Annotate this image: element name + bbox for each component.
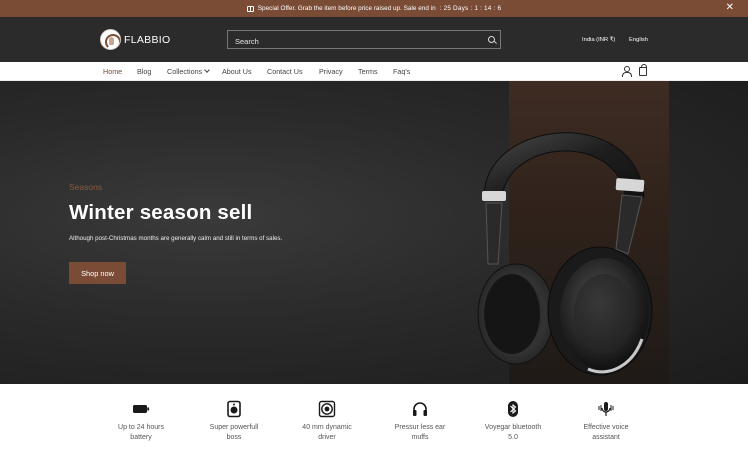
countdown-timer: : 25 Days : 1 : 14 : 6 bbox=[439, 5, 502, 12]
logo-mark-icon bbox=[100, 29, 121, 50]
feature-label-line1: Effective voice bbox=[583, 424, 629, 431]
feature-item: Up to 24 hours battery bbox=[96, 400, 186, 442]
nav-item-blog[interactable]: Blog bbox=[137, 67, 151, 76]
feature-label-line1: 40 mm dynamic bbox=[302, 424, 352, 431]
feature-item: Effective voice assistant bbox=[561, 400, 651, 442]
nav-item-terms[interactable]: Terms bbox=[358, 67, 378, 76]
driver-icon bbox=[318, 400, 336, 418]
announcement-bar: Special Offer. Grab the item before pric… bbox=[0, 0, 748, 17]
feature-label-line2: assistant bbox=[592, 433, 620, 441]
headphones-icon bbox=[413, 402, 427, 416]
feature-label-line2: muffs bbox=[411, 433, 429, 441]
nav-item-contact-us[interactable]: Contact Us bbox=[267, 67, 303, 76]
feature-item: Super powerfull boss bbox=[189, 400, 279, 442]
feature-label-line2: battery bbox=[130, 433, 152, 441]
nav-item-faqs[interactable]: Faq's bbox=[393, 67, 410, 76]
close-icon[interactable]: ✕ bbox=[726, 2, 734, 14]
chevron-down-icon bbox=[204, 67, 210, 73]
battery-icon bbox=[133, 405, 150, 413]
logo-text: FLABBIO bbox=[124, 33, 171, 46]
feature-item: Pressur less ear muffs bbox=[375, 400, 465, 442]
feature-label-line1: Voyegar bluetooth bbox=[484, 424, 542, 431]
feature-item: 40 mm dynamic driver bbox=[282, 400, 372, 442]
hero-kicker: Seasons bbox=[69, 182, 103, 192]
feature-label-line1: Super powerfull bbox=[209, 424, 259, 431]
headphones-product-image bbox=[477, 132, 653, 376]
feature-label-line2: boss bbox=[226, 433, 242, 441]
nav-item-about-us[interactable]: About Us bbox=[222, 67, 252, 76]
announcement-text: Special Offer. Grab the item before pric… bbox=[257, 5, 436, 12]
nav-item-home[interactable]: Home bbox=[103, 67, 122, 76]
bluetooth-icon bbox=[508, 401, 518, 417]
feature-label-line1: Up to 24 hours bbox=[118, 424, 164, 431]
microphone-icon bbox=[598, 402, 614, 416]
hero-description: Although post-Christmas months are gener… bbox=[69, 235, 283, 242]
shop-now-button[interactable]: Shop now bbox=[69, 262, 126, 284]
logo[interactable]: FLABBIO bbox=[100, 29, 170, 50]
feature-label-line2: driver bbox=[318, 433, 336, 441]
feature-item: Voyegar bluetooth 5.0 bbox=[468, 400, 558, 442]
search-icon[interactable] bbox=[488, 36, 495, 43]
search-input[interactable] bbox=[228, 33, 500, 50]
feature-label-line1: Pressur less ear bbox=[394, 424, 446, 431]
site-header: FLABBIO India (INR ₹) English bbox=[0, 17, 748, 62]
nav-item-collections[interactable]: Collections bbox=[167, 67, 210, 76]
currency-selector[interactable]: India (INR ₹) bbox=[582, 37, 615, 43]
account-icon[interactable] bbox=[621, 66, 632, 77]
speaker-icon bbox=[227, 400, 241, 418]
feature-label-line2: 5.0 bbox=[508, 433, 518, 441]
search-box bbox=[227, 30, 501, 50]
main-nav: Home Blog Collections About Us Contact U… bbox=[0, 62, 748, 81]
hero-title: Winter season sell bbox=[69, 201, 253, 224]
language-selector[interactable]: English bbox=[629, 37, 648, 43]
gift-icon bbox=[246, 5, 254, 12]
features-strip: Up to 24 hours battery Super powerfull b… bbox=[0, 384, 748, 465]
cart-bag-icon[interactable] bbox=[639, 64, 647, 76]
hero-banner: Seasons Winter season sell Although post… bbox=[0, 81, 748, 384]
nav-item-label: Collections bbox=[167, 67, 203, 76]
nav-item-privacy[interactable]: Privacy bbox=[319, 67, 343, 76]
